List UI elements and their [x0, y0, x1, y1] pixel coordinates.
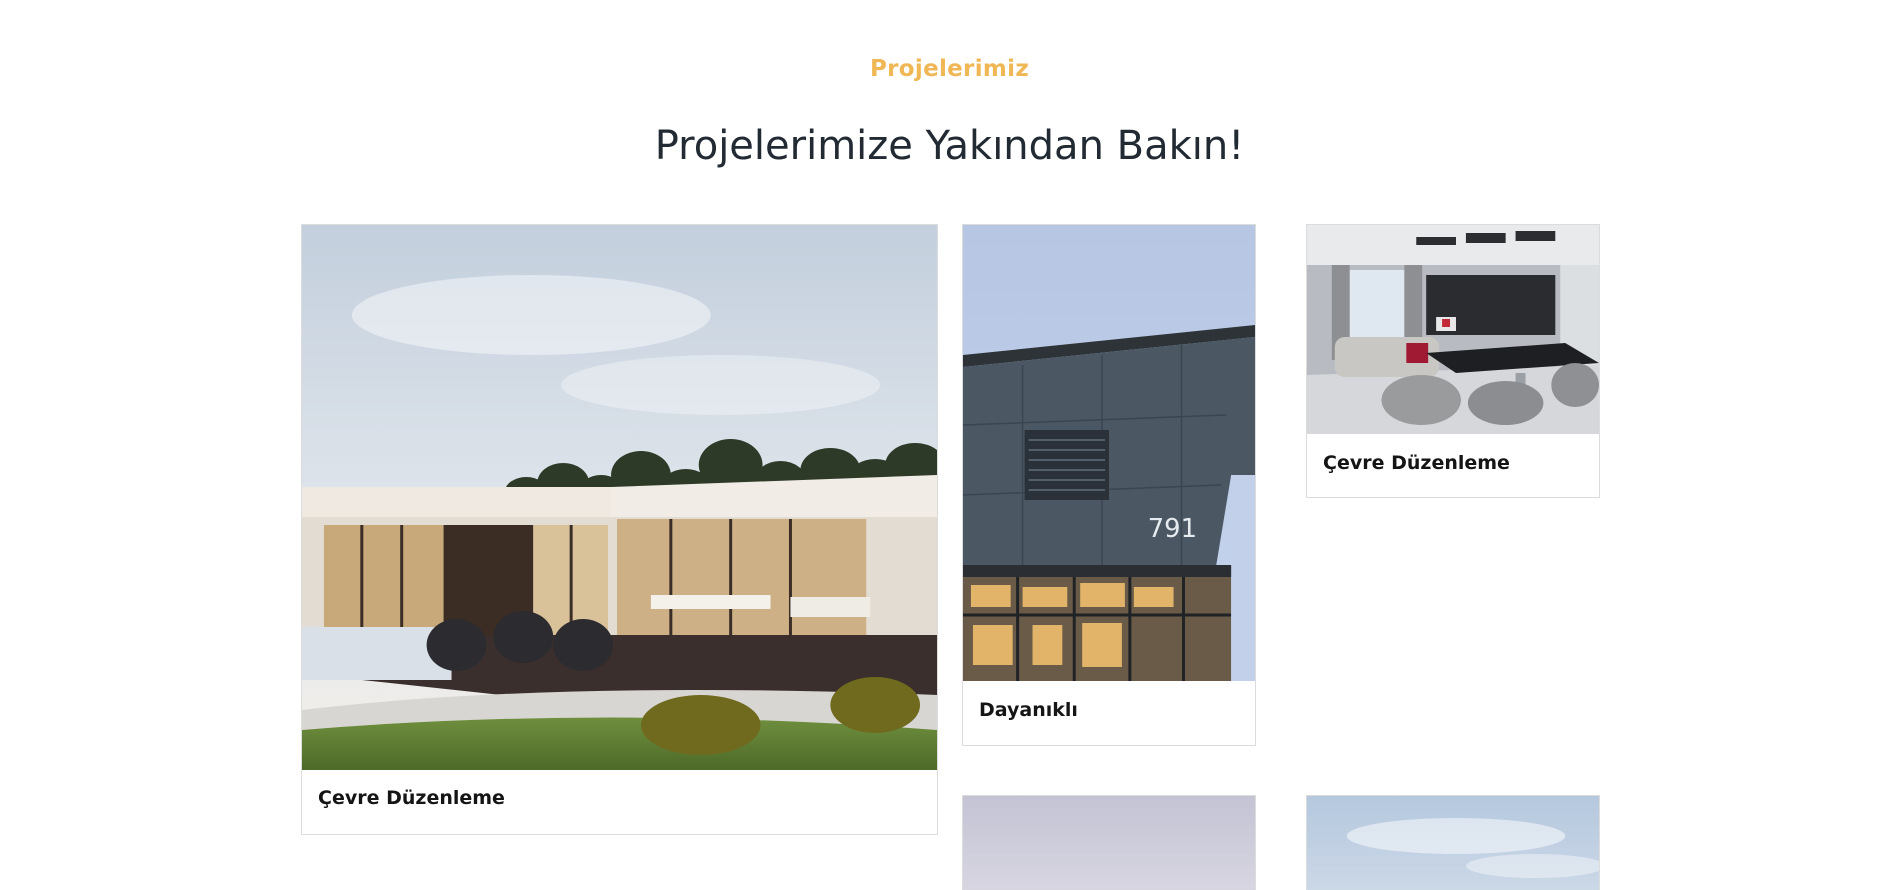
- building-photo-image[interactable]: [963, 796, 1255, 890]
- project-card[interactable]: [962, 795, 1256, 890]
- project-caption[interactable]: Çevre Düzenleme: [318, 787, 505, 809]
- building-facade-image[interactable]: 791: [963, 225, 1255, 681]
- projects-section: Projelerimiz Projelerimize Yakından Bakı…: [0, 0, 1899, 890]
- project-card[interactable]: Çevre Düzenleme: [301, 224, 938, 835]
- section-eyebrow: Projelerimiz: [869, 56, 1030, 82]
- sky-photo-image[interactable]: [1307, 796, 1599, 890]
- building-number: 791: [1148, 514, 1197, 544]
- project-caption[interactable]: Çevre Düzenleme: [1323, 452, 1510, 474]
- project-card[interactable]: Çevre Düzenleme: [1306, 224, 1600, 498]
- project-card[interactable]: 791 Dayanıklı: [962, 224, 1256, 746]
- project-card[interactable]: [1306, 795, 1600, 890]
- project-caption[interactable]: Dayanıklı: [979, 699, 1078, 721]
- section-title: Projelerimize Yakından Bakın!: [654, 123, 1245, 169]
- living-room-interior-image[interactable]: [1307, 225, 1599, 434]
- modern-house-garden-image[interactable]: [302, 225, 937, 770]
